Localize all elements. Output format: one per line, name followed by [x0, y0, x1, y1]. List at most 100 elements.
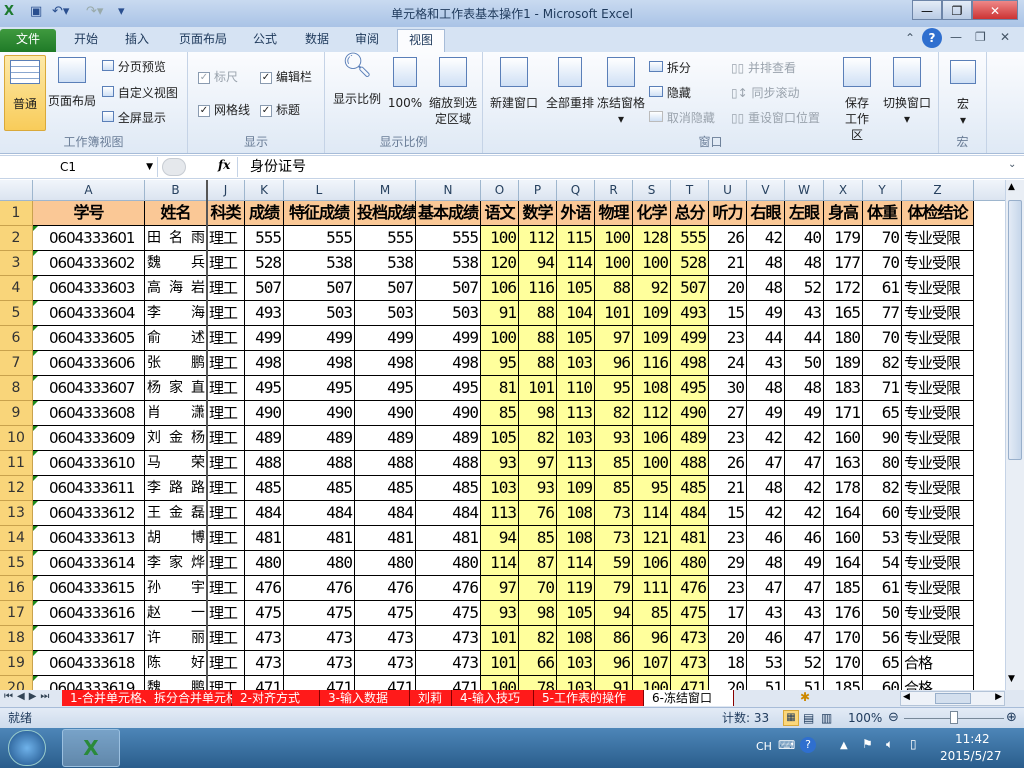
- table-cell[interactable]: 24: [709, 351, 747, 376]
- table-cell[interactable]: 172: [824, 276, 863, 301]
- table-cell[interactable]: 0604333615: [33, 576, 145, 601]
- custom-views-button[interactable]: 自定义视图: [102, 85, 178, 101]
- table-cell[interactable]: 理工: [207, 476, 245, 501]
- column-title[interactable]: 科类: [207, 201, 245, 226]
- table-cell[interactable]: 503: [416, 301, 481, 326]
- scroll-left-icon[interactable]: ◀: [903, 692, 910, 702]
- column-title[interactable]: 投档成绩: [355, 201, 416, 226]
- table-cell[interactable]: 理工: [207, 301, 245, 326]
- table-cell[interactable]: 471: [416, 676, 481, 690]
- table-cell[interactable]: 42: [747, 426, 785, 451]
- table-cell[interactable]: 485: [416, 476, 481, 501]
- normal-view-button[interactable]: 普通: [4, 55, 46, 131]
- table-cell[interactable]: 42: [785, 476, 824, 501]
- table-cell[interactable]: 15: [709, 501, 747, 526]
- table-cell[interactable]: 93: [519, 476, 557, 501]
- table-cell[interactable]: 495: [284, 376, 355, 401]
- table-cell[interactable]: 李 路 路: [145, 476, 207, 501]
- column-title[interactable]: 基本成绩: [416, 201, 481, 226]
- table-cell[interactable]: 480: [355, 551, 416, 576]
- table-cell[interactable]: 专业受限: [902, 226, 974, 251]
- column-header-X[interactable]: X: [824, 180, 863, 201]
- table-cell[interactable]: 113: [557, 401, 595, 426]
- table-cell[interactable]: 484: [671, 501, 709, 526]
- table-cell[interactable]: 44: [747, 326, 785, 351]
- scrollbar-thumb[interactable]: [1008, 200, 1022, 460]
- table-cell[interactable]: 82: [595, 401, 633, 426]
- table-cell[interactable]: 43: [747, 601, 785, 626]
- table-cell[interactable]: 164: [824, 551, 863, 576]
- row-header[interactable]: 19: [0, 651, 33, 676]
- table-cell[interactable]: 20: [709, 676, 747, 690]
- sheet-tab[interactable]: 4-输入技巧: [452, 690, 534, 706]
- column-title[interactable]: 体检结论: [902, 201, 974, 226]
- table-cell[interactable]: 475: [671, 601, 709, 626]
- table-cell[interactable]: 101: [481, 651, 519, 676]
- table-cell[interactable]: 理工: [207, 326, 245, 351]
- table-cell[interactable]: 0604333612: [33, 501, 145, 526]
- table-cell[interactable]: 47: [785, 626, 824, 651]
- table-cell[interactable]: 100: [595, 226, 633, 251]
- table-cell[interactable]: 46: [747, 626, 785, 651]
- sync-scroll-button[interactable]: ▯↕ 同步滚动: [731, 85, 800, 101]
- table-cell[interactable]: 0604333616: [33, 601, 145, 626]
- table-cell[interactable]: 61: [863, 276, 902, 301]
- column-header-B[interactable]: B: [145, 180, 207, 201]
- table-cell[interactable]: 56: [863, 626, 902, 651]
- scroll-right-icon[interactable]: ▶: [995, 692, 1002, 702]
- table-cell[interactable]: 60: [863, 501, 902, 526]
- table-cell[interactable]: 101: [519, 376, 557, 401]
- table-cell[interactable]: 176: [824, 601, 863, 626]
- table-cell[interactable]: 499: [671, 326, 709, 351]
- table-cell[interactable]: 119: [557, 576, 595, 601]
- table-cell[interactable]: 94: [519, 251, 557, 276]
- table-cell[interactable]: 65: [863, 401, 902, 426]
- row-header[interactable]: 8: [0, 376, 33, 401]
- table-cell[interactable]: 70: [519, 576, 557, 601]
- table-cell[interactable]: 85: [481, 401, 519, 426]
- table-cell[interactable]: 489: [671, 426, 709, 451]
- table-cell[interactable]: 42: [785, 501, 824, 526]
- table-cell[interactable]: 高 海 岩: [145, 276, 207, 301]
- table-cell[interactable]: 499: [284, 326, 355, 351]
- column-title[interactable]: 姓名: [145, 201, 207, 226]
- table-cell[interactable]: 495: [245, 376, 284, 401]
- table-cell[interactable]: 103: [557, 651, 595, 676]
- table-cell[interactable]: 26: [709, 451, 747, 476]
- table-cell[interactable]: 476: [245, 576, 284, 601]
- table-cell[interactable]: 29: [709, 551, 747, 576]
- table-cell[interactable]: 82: [863, 351, 902, 376]
- table-cell[interactable]: 96: [595, 351, 633, 376]
- table-cell[interactable]: 120: [481, 251, 519, 276]
- table-cell[interactable]: 49: [785, 551, 824, 576]
- table-cell[interactable]: 理工: [207, 376, 245, 401]
- sheet-tab[interactable]: 2-对齐方式: [232, 690, 320, 706]
- table-cell[interactable]: 59: [595, 551, 633, 576]
- table-cell[interactable]: 555: [671, 226, 709, 251]
- volume-icon[interactable]: 🔈︎: [886, 737, 893, 752]
- table-cell[interactable]: 85: [633, 601, 671, 626]
- table-cell[interactable]: 163: [824, 451, 863, 476]
- table-cell[interactable]: 98: [519, 401, 557, 426]
- table-cell[interactable]: 23: [709, 576, 747, 601]
- table-cell[interactable]: 21: [709, 251, 747, 276]
- table-cell[interactable]: 82: [519, 426, 557, 451]
- table-cell[interactable]: 108: [557, 501, 595, 526]
- save-workspace-button[interactable]: 保存工作区: [833, 57, 881, 143]
- column-header-M[interactable]: M: [355, 180, 416, 201]
- table-cell[interactable]: 100: [481, 226, 519, 251]
- table-cell[interactable]: 理工: [207, 451, 245, 476]
- vertical-scrollbar[interactable]: ▲ ▼: [1005, 180, 1024, 690]
- table-cell[interactable]: 0604333611: [33, 476, 145, 501]
- table-cell[interactable]: 480: [416, 551, 481, 576]
- table-cell[interactable]: 0604333618: [33, 651, 145, 676]
- table-cell[interactable]: 495: [416, 376, 481, 401]
- column-header-N[interactable]: N: [416, 180, 481, 201]
- column-header-V[interactable]: V: [747, 180, 785, 201]
- table-cell[interactable]: 471: [245, 676, 284, 690]
- macros-button[interactable]: 宏 ▾: [945, 60, 981, 128]
- row-header[interactable]: 4: [0, 276, 33, 301]
- table-cell[interactable]: 合格: [902, 651, 974, 676]
- table-cell[interactable]: 专业受限: [902, 301, 974, 326]
- table-cell[interactable]: 100: [481, 676, 519, 690]
